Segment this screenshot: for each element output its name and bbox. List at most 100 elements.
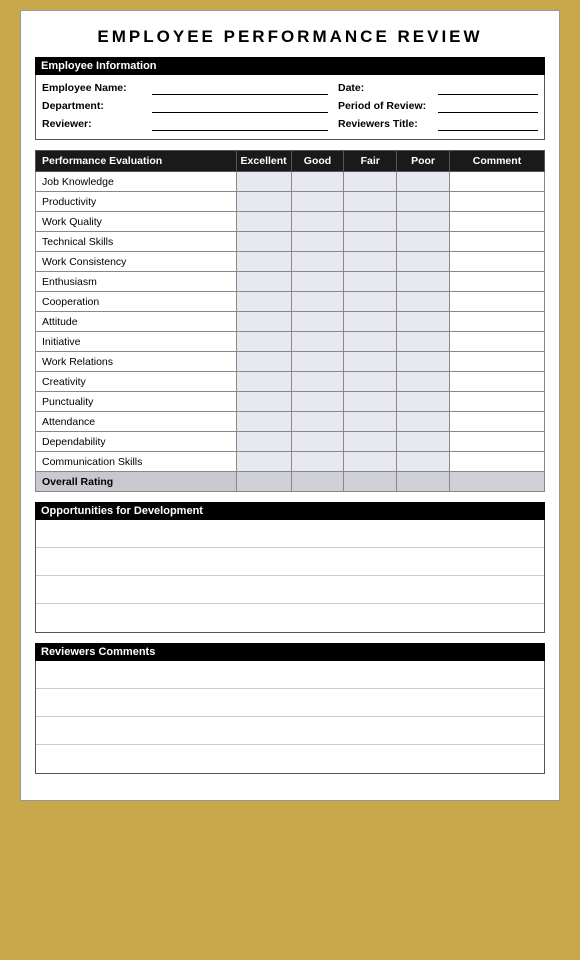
rating-cell-good-0[interactable] xyxy=(291,172,344,192)
comment-line-4[interactable] xyxy=(36,745,544,773)
reviewer-title-group: Reviewers Title: xyxy=(338,117,538,131)
rating-cell-good-10[interactable] xyxy=(291,372,344,392)
comment-cell-1[interactable] xyxy=(449,192,544,212)
row-category-15: Overall Rating xyxy=(36,472,237,492)
comment-cell-2[interactable] xyxy=(449,212,544,232)
rating-cell-poor-15[interactable] xyxy=(397,472,450,492)
comment-cell-0[interactable] xyxy=(449,172,544,192)
rating-cell-poor-9[interactable] xyxy=(397,352,450,372)
comment-cell-12[interactable] xyxy=(449,412,544,432)
comment-cell-7[interactable] xyxy=(449,312,544,332)
rating-cell-poor-12[interactable] xyxy=(397,412,450,432)
rating-cell-excellent-4[interactable] xyxy=(236,252,291,272)
rating-cell-fair-8[interactable] xyxy=(344,332,397,352)
rating-cell-excellent-6[interactable] xyxy=(236,292,291,312)
rating-cell-excellent-2[interactable] xyxy=(236,212,291,232)
rating-cell-good-4[interactable] xyxy=(291,252,344,272)
rating-cell-good-1[interactable] xyxy=(291,192,344,212)
rating-cell-good-5[interactable] xyxy=(291,272,344,292)
rating-cell-fair-7[interactable] xyxy=(344,312,397,332)
rating-cell-poor-0[interactable] xyxy=(397,172,450,192)
comment-cell-9[interactable] xyxy=(449,352,544,372)
reviewer-title-input[interactable] xyxy=(438,117,538,131)
comment-cell-8[interactable] xyxy=(449,332,544,352)
rating-cell-excellent-10[interactable] xyxy=(236,372,291,392)
rating-cell-good-11[interactable] xyxy=(291,392,344,412)
rating-cell-excellent-15[interactable] xyxy=(236,472,291,492)
comment-cell-13[interactable] xyxy=(449,432,544,452)
rating-cell-excellent-7[interactable] xyxy=(236,312,291,332)
rating-cell-fair-11[interactable] xyxy=(344,392,397,412)
rating-cell-good-13[interactable] xyxy=(291,432,344,452)
employee-info-header: Employee Information xyxy=(35,57,545,75)
rating-cell-excellent-8[interactable] xyxy=(236,332,291,352)
rating-cell-poor-3[interactable] xyxy=(397,232,450,252)
employee-name-input[interactable] xyxy=(152,81,328,95)
table-row: Work Relations xyxy=(36,352,545,372)
rating-cell-poor-2[interactable] xyxy=(397,212,450,232)
rating-cell-fair-4[interactable] xyxy=(344,252,397,272)
reviewer-input[interactable] xyxy=(152,117,328,131)
comment-cell-14[interactable] xyxy=(449,452,544,472)
comment-cell-5[interactable] xyxy=(449,272,544,292)
rating-cell-poor-1[interactable] xyxy=(397,192,450,212)
rating-cell-good-15[interactable] xyxy=(291,472,344,492)
dev-line-3[interactable] xyxy=(36,576,544,604)
rating-cell-good-2[interactable] xyxy=(291,212,344,232)
rating-cell-poor-6[interactable] xyxy=(397,292,450,312)
comment-line-2[interactable] xyxy=(36,689,544,717)
dev-line-4[interactable] xyxy=(36,604,544,632)
dev-line-2[interactable] xyxy=(36,548,544,576)
rating-cell-good-14[interactable] xyxy=(291,452,344,472)
comment-line-3[interactable] xyxy=(36,717,544,745)
rating-cell-excellent-13[interactable] xyxy=(236,432,291,452)
rating-cell-fair-2[interactable] xyxy=(344,212,397,232)
rating-cell-excellent-14[interactable] xyxy=(236,452,291,472)
rating-cell-poor-8[interactable] xyxy=(397,332,450,352)
rating-cell-poor-13[interactable] xyxy=(397,432,450,452)
rating-cell-poor-4[interactable] xyxy=(397,252,450,272)
rating-cell-poor-10[interactable] xyxy=(397,372,450,392)
rating-cell-good-12[interactable] xyxy=(291,412,344,432)
rating-cell-excellent-5[interactable] xyxy=(236,272,291,292)
rating-cell-fair-1[interactable] xyxy=(344,192,397,212)
rating-cell-excellent-0[interactable] xyxy=(236,172,291,192)
rating-cell-excellent-12[interactable] xyxy=(236,412,291,432)
rating-cell-fair-12[interactable] xyxy=(344,412,397,432)
rating-cell-fair-13[interactable] xyxy=(344,432,397,452)
rating-cell-fair-3[interactable] xyxy=(344,232,397,252)
comment-cell-6[interactable] xyxy=(449,292,544,312)
rating-cell-excellent-9[interactable] xyxy=(236,352,291,372)
period-input[interactable] xyxy=(438,99,538,113)
comment-cell-10[interactable] xyxy=(449,372,544,392)
rating-cell-fair-10[interactable] xyxy=(344,372,397,392)
rating-cell-excellent-11[interactable] xyxy=(236,392,291,412)
rating-cell-good-7[interactable] xyxy=(291,312,344,332)
comment-cell-4[interactable] xyxy=(449,252,544,272)
comment-cell-3[interactable] xyxy=(449,232,544,252)
rating-cell-good-9[interactable] xyxy=(291,352,344,372)
comment-cell-11[interactable] xyxy=(449,392,544,412)
rating-cell-poor-14[interactable] xyxy=(397,452,450,472)
rating-cell-poor-5[interactable] xyxy=(397,272,450,292)
comment-line-1[interactable] xyxy=(36,661,544,689)
rating-cell-fair-9[interactable] xyxy=(344,352,397,372)
rating-cell-fair-14[interactable] xyxy=(344,452,397,472)
page: Employee Performance Review Employee Inf… xyxy=(20,10,560,801)
department-input[interactable] xyxy=(152,99,328,113)
rating-cell-excellent-3[interactable] xyxy=(236,232,291,252)
rating-cell-excellent-1[interactable] xyxy=(236,192,291,212)
rating-cell-fair-15[interactable] xyxy=(344,472,397,492)
rating-cell-good-8[interactable] xyxy=(291,332,344,352)
date-input[interactable] xyxy=(438,81,538,95)
comment-cell-15[interactable] xyxy=(449,472,544,492)
rating-cell-fair-6[interactable] xyxy=(344,292,397,312)
rating-cell-good-3[interactable] xyxy=(291,232,344,252)
rating-cell-good-6[interactable] xyxy=(291,292,344,312)
rating-cell-poor-7[interactable] xyxy=(397,312,450,332)
row-category-13: Dependability xyxy=(36,432,237,452)
rating-cell-fair-0[interactable] xyxy=(344,172,397,192)
dev-line-1[interactable] xyxy=(36,520,544,548)
rating-cell-poor-11[interactable] xyxy=(397,392,450,412)
rating-cell-fair-5[interactable] xyxy=(344,272,397,292)
